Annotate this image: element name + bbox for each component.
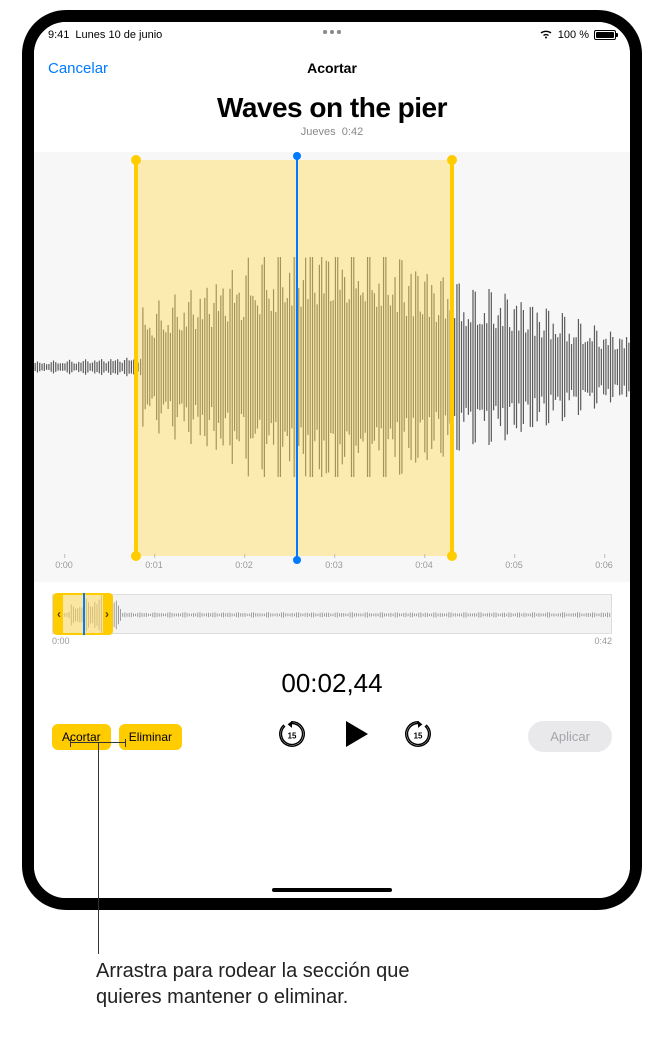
play-button[interactable] bbox=[338, 717, 372, 756]
trim-handle-left[interactable] bbox=[134, 160, 138, 556]
status-date: Lunes 10 de junio bbox=[75, 29, 162, 41]
overview-playhead[interactable] bbox=[83, 593, 85, 635]
overview-handle-left[interactable]: ‹ bbox=[55, 595, 63, 633]
recording-header: Waves on the pier Jueves 0:42 bbox=[34, 88, 630, 152]
status-time: 9:41 bbox=[48, 29, 69, 41]
callout-text: Arrastra para rodear la sección que quie… bbox=[96, 958, 456, 1010]
battery-percent: 100 % bbox=[558, 29, 589, 41]
skip-back-button[interactable]: 15 bbox=[278, 720, 306, 753]
overview-waveform bbox=[53, 595, 611, 635]
overview-time-labels: 0:00 0:42 bbox=[52, 636, 612, 646]
trim-button[interactable]: Acortar bbox=[52, 724, 111, 750]
svg-text:15: 15 bbox=[288, 731, 297, 740]
playhead[interactable] bbox=[296, 156, 298, 560]
ipad-device-frame: 9:41 Lunes 10 de junio 100 % Cancelar Ac… bbox=[22, 10, 642, 910]
timeline-axis: 0:00 0:01 0:02 0:03 0:04 0:05 0:06 bbox=[34, 560, 630, 576]
transport-controls: 15 15 bbox=[190, 717, 520, 756]
controls-row: Acortar Eliminar 15 15 Aplicar bbox=[34, 717, 630, 776]
status-bar: 9:41 Lunes 10 de junio 100 % bbox=[34, 22, 630, 48]
nav-title: Acortar bbox=[307, 60, 357, 76]
svg-text:15: 15 bbox=[414, 731, 423, 740]
skip-forward-button[interactable]: 15 bbox=[404, 720, 432, 753]
battery-icon bbox=[594, 30, 616, 40]
wifi-icon bbox=[539, 28, 553, 42]
multitask-indicator[interactable] bbox=[314, 30, 350, 34]
cancel-button[interactable]: Cancelar bbox=[48, 60, 108, 77]
overview-handle-right[interactable]: › bbox=[103, 595, 111, 633]
apply-button[interactable]: Aplicar bbox=[528, 721, 612, 752]
trim-selection[interactable] bbox=[134, 160, 454, 556]
nav-bar: Cancelar Acortar bbox=[34, 48, 630, 88]
home-indicator[interactable] bbox=[272, 888, 392, 892]
trim-handle-right[interactable] bbox=[450, 160, 454, 556]
waveform-editor[interactable]: 0:00 0:01 0:02 0:03 0:04 0:05 0:06 bbox=[34, 152, 630, 582]
current-time-display: 00:02,44 bbox=[34, 668, 630, 699]
recording-meta: Jueves 0:42 bbox=[34, 126, 630, 138]
screen: 9:41 Lunes 10 de junio 100 % Cancelar Ac… bbox=[34, 22, 630, 898]
callout-leader-line bbox=[98, 742, 99, 954]
overview-strip[interactable]: ‹ › bbox=[52, 594, 612, 634]
recording-title: Waves on the pier bbox=[34, 92, 630, 124]
delete-button[interactable]: Eliminar bbox=[119, 724, 182, 750]
